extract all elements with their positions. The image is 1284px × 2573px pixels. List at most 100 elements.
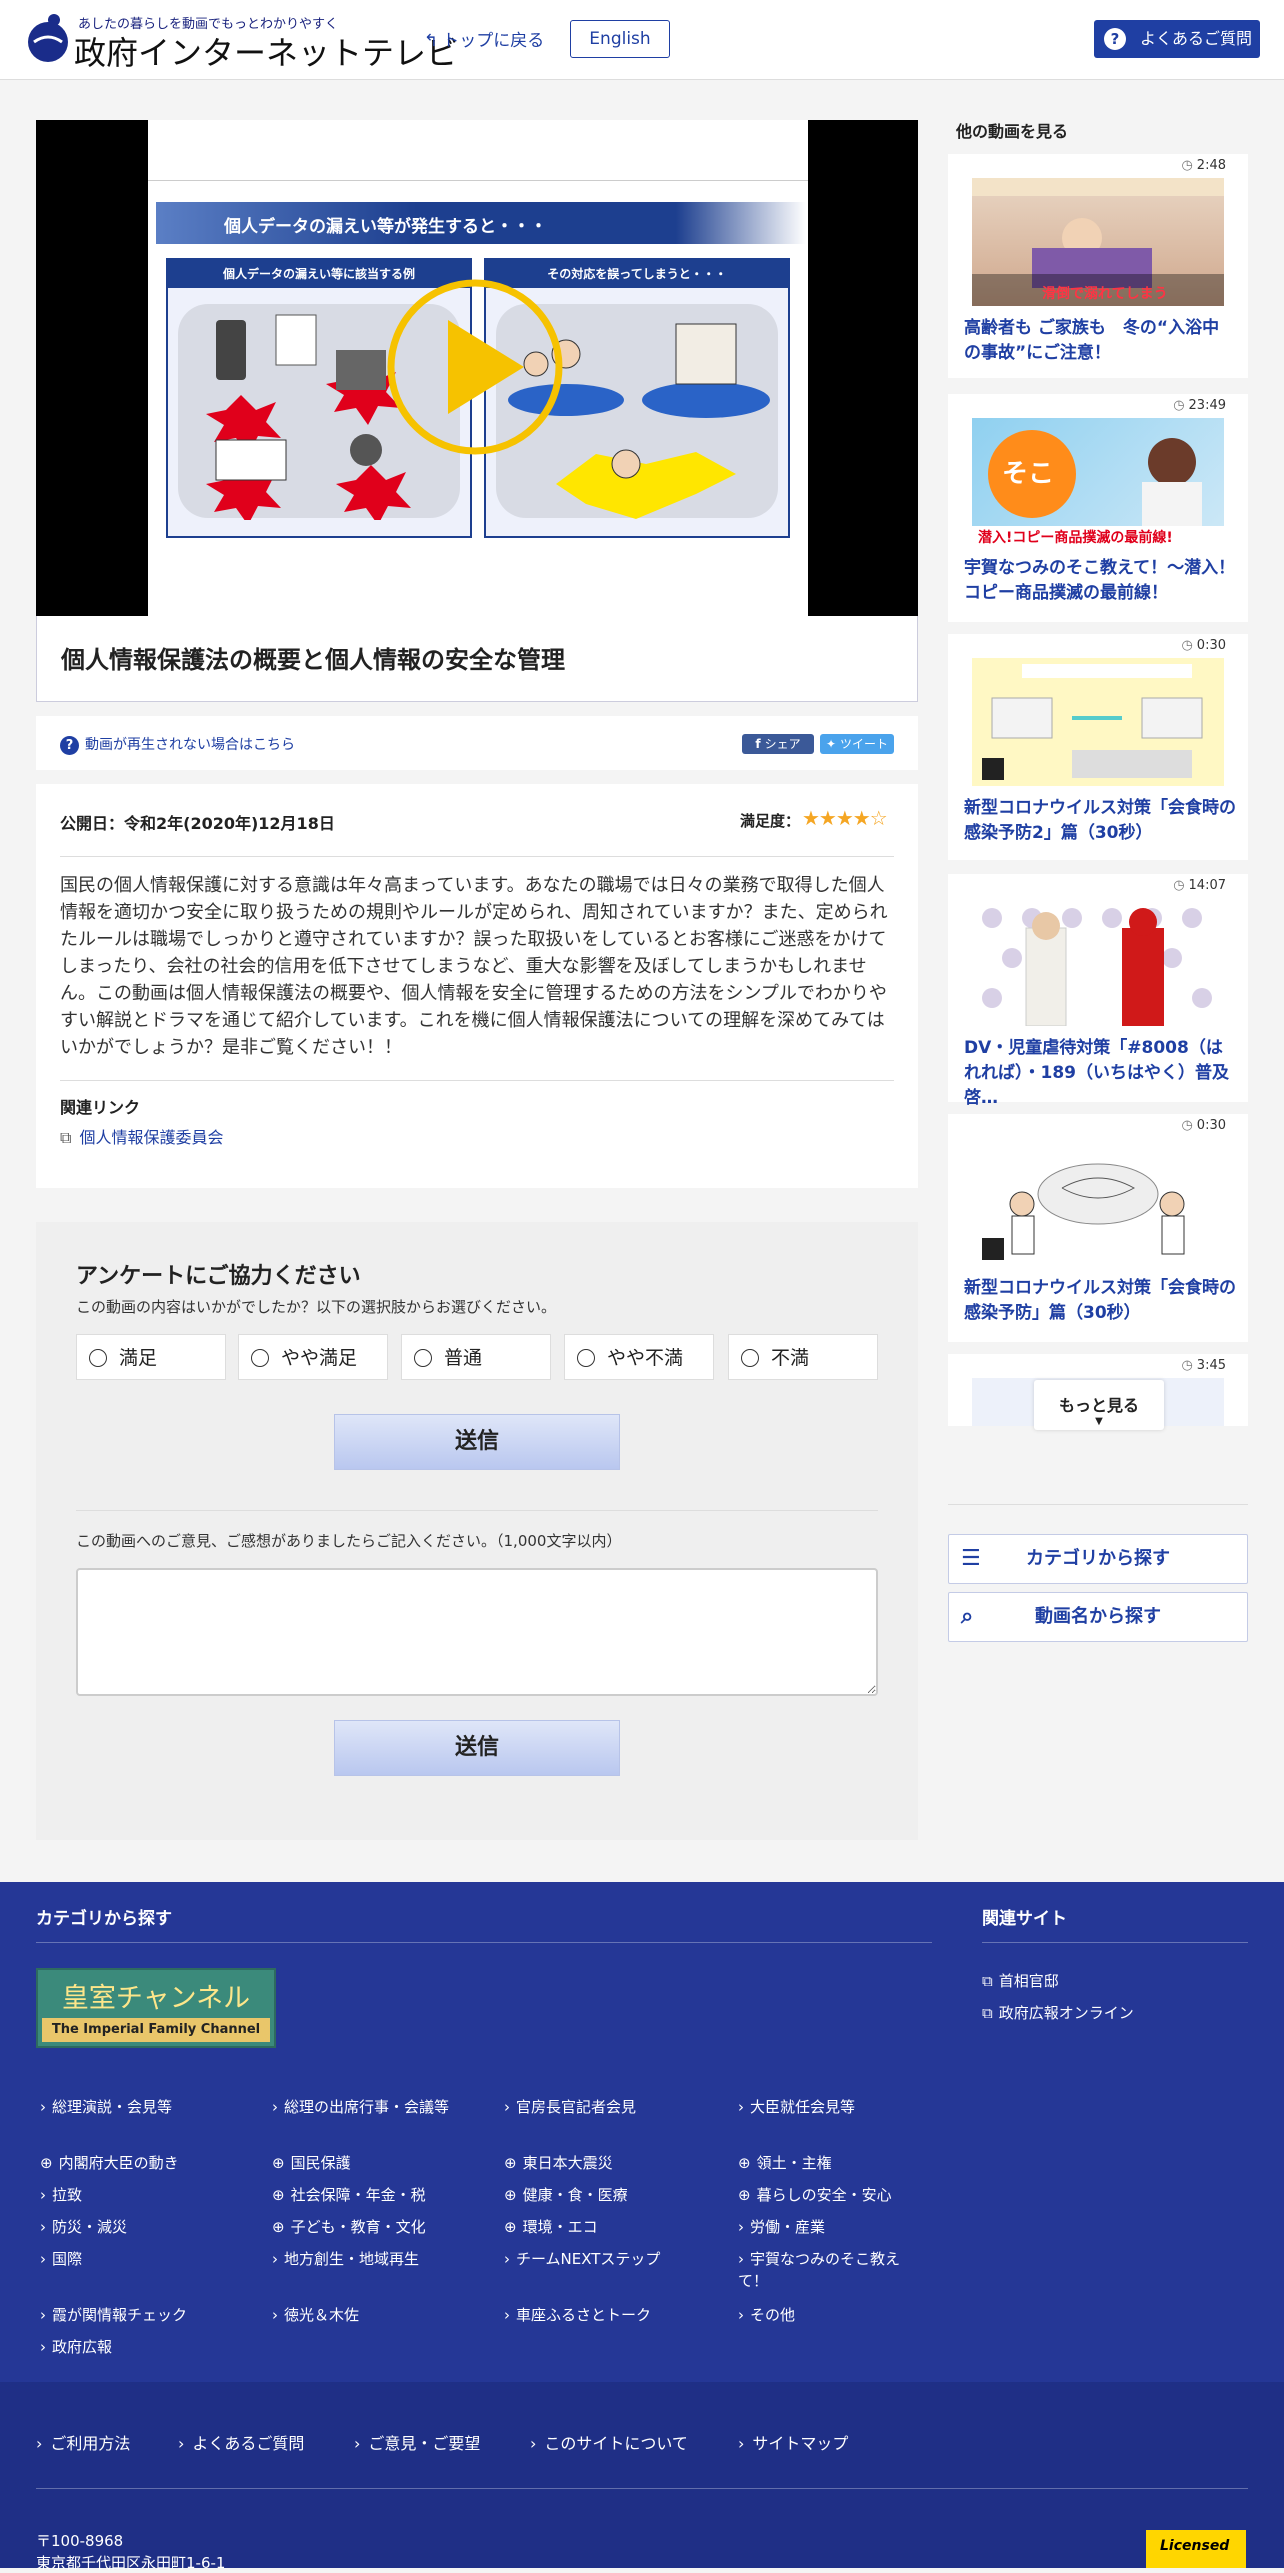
- footer-category-link[interactable]: 環境・エコ: [504, 2216, 598, 2238]
- return-arrow-icon: ↰: [424, 31, 439, 51]
- video-title: 個人情報保護法の概要と個人情報の安全な管理: [61, 646, 565, 674]
- satisfaction-stars: ★★★★☆: [802, 806, 888, 830]
- survey-option-somewhat-satisfied[interactable]: やや満足: [238, 1334, 388, 1380]
- footer-link-feedback[interactable]: ご意見・ご要望: [354, 2430, 480, 2454]
- published-date: 公開日：令和2年(2020年)12月18日: [60, 814, 335, 833]
- video-info-panel: 公開日：令和2年(2020年)12月18日 満足度： ★★★★☆ 国民の個人情報…: [36, 784, 918, 1188]
- footer-category-link[interactable]: 政府広報: [40, 2336, 112, 2358]
- comment-send-button[interactable]: 送信: [334, 1720, 620, 1776]
- footer-category-link[interactable]: 労働・産業: [738, 2216, 825, 2238]
- search-by-name-button[interactable]: ⌕ 動画名から探す: [948, 1592, 1248, 1642]
- imperial-family-channel-banner[interactable]: 皇室チャンネル The Imperial Family Channel: [36, 1968, 276, 2048]
- footer-category-link[interactable]: チームNEXTステップ: [504, 2248, 660, 2270]
- survey-option-somewhat-dissatisfied[interactable]: やや不満: [564, 1334, 714, 1380]
- radio-button[interactable]: [89, 1349, 107, 1367]
- site-name[interactable]: 政府インターネットテレビ: [74, 28, 458, 74]
- survey-panel: アンケートにご協力ください この動画の内容はいかがでしたか？以下の選択肢からお選…: [36, 1222, 918, 1840]
- show-more-label: もっと見る: [1058, 1396, 1139, 1415]
- footer-category-link[interactable]: 領土・主権: [738, 2152, 832, 2174]
- footer-category-link[interactable]: 総理の出席行事・会議等: [272, 2096, 472, 2118]
- imperial-banner-en: The Imperial Family Channel: [42, 2018, 270, 2042]
- footer-category-link[interactable]: 内閣府大臣の動き: [40, 2152, 179, 2174]
- related-video-card[interactable]: 14:07 DV・児童虐待対策「#8008（はれれば）・189（いちはやく）普及…: [948, 874, 1248, 1108]
- survey-subtitle: この動画の内容はいかがでしたか？以下の選択肢からお選びください。: [76, 1298, 557, 1316]
- svg-text:潜入!コピー商品撲滅の最前線!: 潜入!コピー商品撲滅の最前線!: [978, 529, 1173, 546]
- footer-category-link[interactable]: 拉致: [40, 2184, 82, 2206]
- radio-button[interactable]: [414, 1349, 432, 1367]
- related-site-kantei[interactable]: ⧉ 首相官邸: [982, 1970, 1059, 1991]
- footer-category-link[interactable]: 東日本大震災: [504, 2152, 613, 2174]
- video-player[interactable]: 個人データの漏えい等が発生すると・・・ 個人データの漏えい等に該当する例 その対…: [36, 120, 918, 616]
- footer-link-usage[interactable]: ご利用方法: [36, 2430, 130, 2454]
- footer-category-link[interactable]: 防災・減災: [40, 2216, 127, 2238]
- video-description: 国民の個人情報保護に対する意識は年々高まっています。あなたの職場では日々の業務で…: [60, 875, 888, 1058]
- survey-option-satisfied[interactable]: 満足: [76, 1334, 226, 1380]
- share-bar: ? 動画が再生されない場合はこちら f シェア ✦ ツイート: [36, 716, 918, 770]
- divider: [36, 1942, 932, 1943]
- survey-send-button[interactable]: 送信: [334, 1414, 620, 1470]
- related-video-card[interactable]: 0:30 新型コロナウイルス対策「会食時の感染予防」篇（30秒）: [948, 1114, 1248, 1342]
- video-thumbnail: [972, 1138, 1224, 1266]
- video-duration: 3:45: [1181, 1358, 1226, 1373]
- related-link-ppc[interactable]: ⧉ 個人情報保護委員会: [60, 1124, 223, 1148]
- comment-prompt: この動画へのご意見、ご感想がありましたらご記入ください。（1,000文字以内）: [76, 1532, 622, 1550]
- footer-category-link[interactable]: 宇賀なつみのそこ教えて！: [738, 2248, 908, 2292]
- tweet-button[interactable]: ✦ ツイート: [820, 734, 894, 754]
- option-label: 普通: [444, 1347, 483, 1369]
- address: 東京都千代田区永田町1-6-1: [36, 2554, 226, 2572]
- video-duration: 2:48: [1181, 158, 1226, 173]
- footer-category-link[interactable]: 大臣就任会見等: [738, 2096, 855, 2118]
- divider: [948, 1504, 1248, 1505]
- faq-button[interactable]: ? よくあるご質問: [1094, 20, 1260, 58]
- footer-category-link[interactable]: 社会保障・年金・税: [272, 2184, 426, 2206]
- facebook-share-button[interactable]: f シェア: [742, 734, 814, 754]
- chevron-down-icon: ▼: [1095, 1416, 1103, 1427]
- show-more-button[interactable]: もっと見る ▼: [1034, 1380, 1164, 1430]
- footer-link-about[interactable]: このサイトについて: [530, 2430, 688, 2454]
- radio-button[interactable]: [577, 1349, 595, 1367]
- survey-option-neutral[interactable]: 普通: [401, 1334, 551, 1380]
- play-icon[interactable]: [386, 278, 564, 456]
- divider: [982, 1942, 1248, 1943]
- slide-banner: 個人データの漏えい等が発生すると・・・: [156, 202, 806, 244]
- video-title-box: 個人情報保護法の概要と個人情報の安全な管理: [36, 616, 918, 702]
- footer-category-link[interactable]: 健康・食・医療: [504, 2184, 628, 2206]
- related-video-card[interactable]: 23:49 そこ潜入!コピー商品撲滅の最前線! 宇賀なつみのそこ教えて！～潜入！…: [948, 394, 1248, 622]
- comment-textarea[interactable]: [76, 1568, 878, 1696]
- licensed-badge: Licensed: [1146, 2530, 1246, 2568]
- svg-text:そこ: そこ: [1002, 459, 1054, 489]
- footer-category-link[interactable]: 霞が関情報チェック: [40, 2304, 187, 2326]
- footer-related-sites-title: 関連サイト: [982, 1909, 1067, 1929]
- browse-by-category-button[interactable]: ☰ カテゴリから探す: [948, 1534, 1248, 1584]
- related-video-card[interactable]: 0:30 新型コロナウイルス対策「会食時の感染予防2」篇（30秒）: [948, 634, 1248, 860]
- cant-play-link[interactable]: ? 動画が再生されない場合はこちら: [60, 734, 295, 755]
- browse-by-category-label: カテゴリから探す: [1026, 1548, 1170, 1569]
- english-button[interactable]: English: [570, 20, 670, 58]
- footer-category-link[interactable]: 地方創生・地域再生: [272, 2248, 419, 2270]
- external-link-icon: ⧉: [982, 1972, 993, 1990]
- related-video-card[interactable]: 2:48 滑倒で溺れてしまう 高齢者も ご家族も 冬の“入浴中の事故”にご注意！: [948, 154, 1248, 378]
- footer-category-link[interactable]: その他: [738, 2304, 795, 2326]
- radio-button[interactable]: [741, 1349, 759, 1367]
- footer-category-link[interactable]: 総理演説・会見等: [40, 2096, 172, 2118]
- tweet-label: ツイート: [840, 737, 889, 751]
- footer-category-link[interactable]: 車座ふるさとトーク: [504, 2304, 651, 2326]
- option-label: やや満足: [281, 1347, 358, 1369]
- footer-category-link[interactable]: 徳光＆木佐: [272, 2304, 359, 2326]
- footer-category-link[interactable]: 国民保護: [272, 2152, 351, 2174]
- radio-button[interactable]: [251, 1349, 269, 1367]
- survey-option-dissatisfied[interactable]: 不満: [728, 1334, 878, 1380]
- other-videos-title: 他の動画を見る: [956, 122, 1069, 141]
- footer-category-link[interactable]: 暮らしの安全・安心: [738, 2184, 892, 2206]
- footer-link-faq[interactable]: よくあるご質問: [178, 2430, 304, 2454]
- site-logo-icon[interactable]: [24, 12, 72, 64]
- back-to-top-link[interactable]: ↰ トップに戻る: [424, 26, 544, 51]
- video-thumbnail: [972, 898, 1224, 1026]
- footer-category-link[interactable]: 官房長官記者会見: [504, 2096, 636, 2118]
- related-site-gov-online[interactable]: ⧉ 政府広報オンライン: [982, 2002, 1134, 2023]
- footer-category-link[interactable]: 子ども・教育・文化: [272, 2216, 426, 2238]
- footer-category-link[interactable]: 国際: [40, 2248, 82, 2270]
- video-card-title: 新型コロナウイルス対策「会食時の感染予防2」篇（30秒）: [964, 798, 1236, 843]
- footer-link-sitemap[interactable]: サイトマップ: [738, 2430, 848, 2454]
- related-site-label: 政府広報オンライン: [998, 2004, 1134, 2022]
